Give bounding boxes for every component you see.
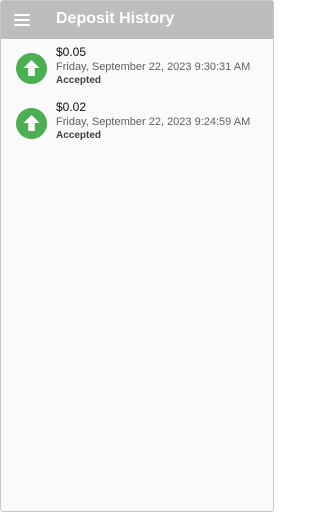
deposit-list: $0.05 Friday, September 22, 2023 9:30:31… [1, 39, 273, 154]
deposit-date: Friday, September 22, 2023 9:24:59 AM [56, 116, 251, 128]
screen: Deposit History $0.05 Friday, September … [0, 0, 274, 512]
list-item[interactable]: $0.02 Friday, September 22, 2023 9:24:59… [1, 99, 273, 154]
list-item[interactable]: $0.05 Friday, September 22, 2023 9:30:31… [1, 44, 273, 99]
app-bar: Deposit History [1, 1, 273, 39]
deposit-date: Friday, September 22, 2023 9:30:31 AM [56, 61, 251, 73]
deposit-amount: $0.05 [56, 45, 87, 59]
hamburger-menu-icon[interactable] [14, 13, 30, 27]
deposit-status: Accepted [56, 75, 102, 86]
deposit-status: Accepted [56, 130, 102, 141]
page-title: Deposit History [56, 10, 175, 27]
deposit-amount: $0.02 [56, 100, 87, 114]
arrow-up-icon [16, 53, 47, 84]
arrow-up-icon [16, 108, 47, 139]
